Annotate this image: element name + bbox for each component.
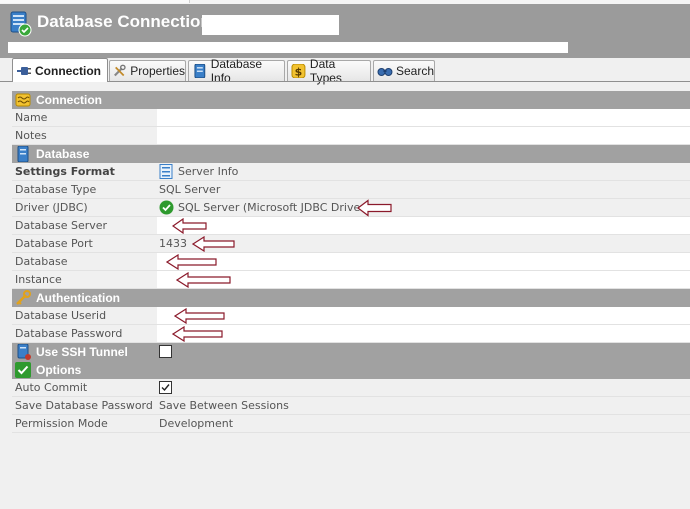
- database-type-label: Database Type: [15, 183, 97, 196]
- settings-format-row: Settings Format Server Info: [12, 163, 690, 181]
- tab-label: Connection: [35, 63, 101, 78]
- notes-row: Notes: [12, 127, 690, 145]
- notes-input[interactable]: [157, 127, 690, 144]
- annotation-arrow-icon: [357, 199, 392, 217]
- section-label: Connection: [36, 93, 102, 107]
- database-icon: [194, 64, 206, 78]
- database-label: Database: [15, 255, 68, 268]
- save-password-row: Save Database Password Save Between Sess…: [12, 397, 690, 415]
- settings-format-label: Settings Format: [15, 165, 115, 178]
- tab-properties[interactable]: Properties: [109, 60, 186, 81]
- database-type-value[interactable]: SQL Server: [159, 183, 220, 196]
- permission-mode-row: Permission Mode Development: [12, 415, 690, 433]
- password-row: Database Password: [12, 325, 690, 343]
- auto-commit-checkbox[interactable]: [159, 381, 172, 394]
- ssh-tunnel-checkbox[interactable]: [159, 345, 172, 358]
- top-strip-tab: [0, 0, 190, 3]
- options-check-icon: [15, 362, 31, 378]
- database-input[interactable]: [157, 253, 690, 270]
- settings-format-value[interactable]: Server Info: [178, 165, 238, 178]
- password-label: Database Password: [15, 327, 123, 340]
- annotation-arrow-icon: [166, 254, 217, 270]
- userid-input[interactable]: [157, 307, 690, 324]
- driver-row: Driver (JDBC) SQL Server (Microsoft JDBC…: [12, 199, 690, 217]
- password-input[interactable]: [157, 325, 690, 342]
- section-label: Database: [36, 147, 90, 161]
- section-database: Database: [12, 145, 690, 163]
- annotation-arrow-icon: [176, 272, 231, 288]
- database-server-label: Database Server: [15, 219, 108, 232]
- name-row: Name: [12, 109, 690, 127]
- save-password-label: Save Database Password: [15, 399, 153, 412]
- tab-label: Search: [395, 64, 434, 78]
- driver-label: Driver (JDBC): [15, 201, 88, 214]
- save-password-value[interactable]: Save Between Sessions: [159, 399, 289, 412]
- checkmark-icon: [161, 384, 170, 392]
- name-input[interactable]: [157, 109, 690, 126]
- instance-row: Instance: [12, 271, 690, 289]
- permission-mode-value[interactable]: Development: [159, 417, 233, 430]
- database-type-row: Database Type SQL Server: [12, 181, 690, 199]
- connection-header: Database Connection:: [0, 4, 690, 58]
- check-circle-icon: [159, 200, 174, 215]
- section-label: Options: [36, 363, 82, 377]
- ssh-tunnel-icon: [17, 344, 31, 360]
- database-port-value[interactable]: 1433: [159, 237, 187, 250]
- userid-label: Database Userid: [15, 309, 107, 322]
- instance-input[interactable]: [157, 271, 690, 288]
- database-row: Database: [12, 253, 690, 271]
- tools-icon: [114, 64, 126, 77]
- database-connection-icon: [10, 11, 32, 37]
- auto-commit-label: Auto Commit: [15, 381, 88, 394]
- connection-subtitle-redacted: [8, 42, 568, 53]
- annotation-arrow-icon: [192, 236, 235, 252]
- auto-commit-row: Auto Commit: [12, 379, 690, 397]
- section-ssh-tunnel: Use SSH Tunnel: [12, 343, 690, 361]
- connection-section-icon: [15, 93, 31, 107]
- tab-connection[interactable]: Connection: [12, 58, 108, 82]
- name-label: Name: [15, 111, 48, 124]
- server-info-icon: [159, 164, 173, 179]
- section-label: Authentication: [36, 291, 120, 305]
- binoculars-icon: [377, 68, 393, 76]
- annotation-arrow-icon: [172, 326, 223, 342]
- annotation-arrow-icon: [172, 218, 207, 234]
- section-authentication: Authentication: [12, 289, 690, 307]
- tab-database-info[interactable]: Database Info: [188, 57, 285, 85]
- database-port-label: Database Port: [15, 237, 93, 250]
- instance-label: Instance: [15, 273, 62, 286]
- dollar-icon: $: [291, 64, 306, 78]
- svg-text:$: $: [295, 65, 303, 78]
- database-server-row: Database Server: [12, 217, 690, 235]
- tab-data-types[interactable]: $ Data Types: [287, 57, 371, 85]
- page-title: Database Connection:: [37, 12, 217, 31]
- database-section-icon: [17, 146, 29, 162]
- connection-name-redacted: [202, 15, 339, 35]
- tab-search[interactable]: Search: [373, 60, 435, 81]
- plug-icon: [17, 66, 31, 75]
- section-connection: Connection: [12, 91, 690, 109]
- key-icon: [16, 290, 31, 305]
- database-port-row: Database Port 1433: [12, 235, 690, 253]
- section-options: Options: [12, 361, 690, 379]
- userid-row: Database Userid: [12, 307, 690, 325]
- tab-bar: Connection Properties Database Info $ Da…: [8, 57, 690, 85]
- permission-mode-label: Permission Mode: [15, 417, 108, 430]
- database-server-input[interactable]: [157, 217, 690, 234]
- annotation-arrow-icon: [174, 308, 225, 324]
- notes-label: Notes: [15, 129, 47, 142]
- driver-value[interactable]: SQL Server (Microsoft JDBC Driver): [178, 201, 369, 214]
- tab-label: Properties: [130, 64, 185, 78]
- section-label: Use SSH Tunnel: [36, 345, 128, 359]
